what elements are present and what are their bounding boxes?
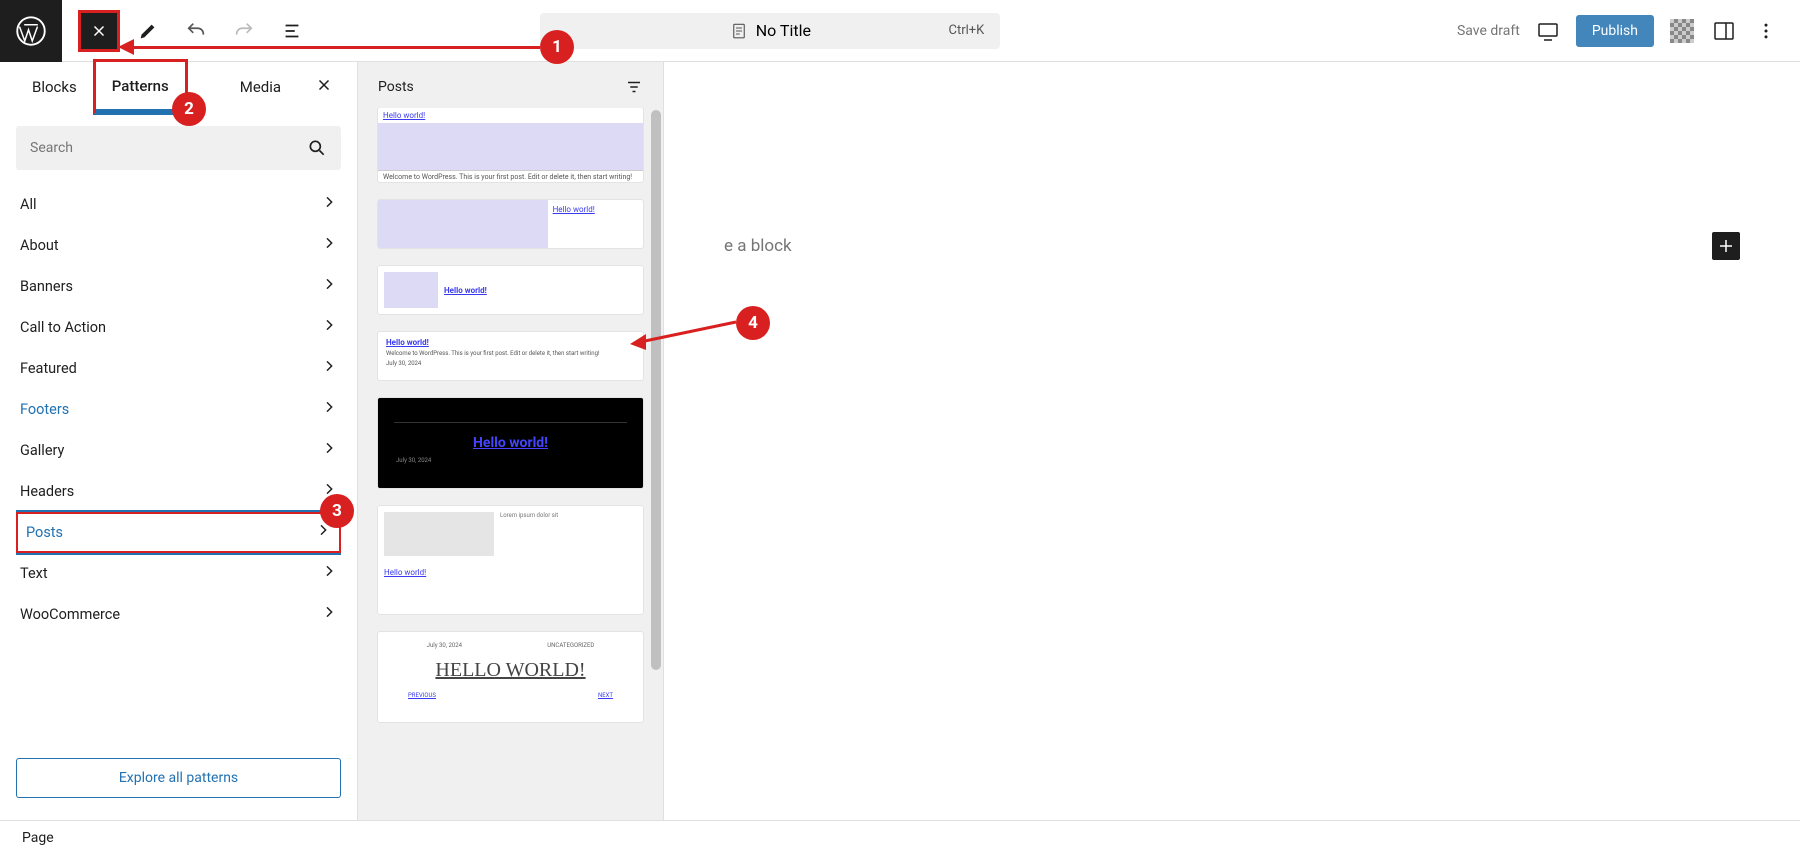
category-item-text[interactable]: Text <box>16 553 341 594</box>
category-item-headers[interactable]: Headers <box>16 471 341 512</box>
category-item-gallery[interactable]: Gallery <box>16 430 341 471</box>
category-item-woocommerce[interactable]: WooCommerce <box>16 594 341 635</box>
title-shortcut: Ctrl+K <box>949 23 985 38</box>
category-item-featured[interactable]: Featured <box>16 348 341 389</box>
annotation-badge-3: 3 <box>320 494 354 528</box>
annotation-badge-4: 4 <box>736 306 770 340</box>
publish-button[interactable]: Publish <box>1576 15 1654 47</box>
pattern-preview[interactable]: Hello world! <box>378 266 643 314</box>
search-box[interactable] <box>16 126 341 170</box>
tab-blocks[interactable]: Blocks <box>16 62 93 112</box>
options-button[interactable] <box>1752 17 1780 45</box>
document-overview-button[interactable] <box>272 11 312 51</box>
preview-button[interactable] <box>1534 17 1562 45</box>
undo-button[interactable] <box>176 11 216 51</box>
search-input[interactable] <box>30 140 307 156</box>
chevron-right-icon <box>321 235 337 256</box>
pattern-preview[interactable]: Hello world! Welcome to WordPress. This … <box>378 332 643 380</box>
redo-icon <box>233 20 255 42</box>
explore-patterns-button[interactable]: Explore all patterns <box>16 758 341 798</box>
category-label: All <box>20 196 37 213</box>
close-icon <box>315 76 333 94</box>
annotation-arrow-4 <box>628 318 738 350</box>
chevron-right-icon <box>321 399 337 420</box>
desktop-icon <box>1536 19 1560 43</box>
document-title-bar[interactable]: No Title Ctrl+K <box>540 13 1000 49</box>
annotation-badge-1: 1 <box>540 30 574 64</box>
inserter-panel: Blocks Patterns Media AllAboutBannersCal… <box>0 62 358 820</box>
category-item-all[interactable]: All <box>16 184 341 225</box>
undo-icon <box>185 20 207 42</box>
category-item-call-to-action[interactable]: Call to Action <box>16 307 341 348</box>
pattern-preview[interactable]: Lorem ipsum dolor sit Hello world! <box>378 506 643 614</box>
sidebar-icon <box>1712 19 1736 43</box>
pattern-preview[interactable]: Hello world! <box>378 200 643 248</box>
category-label: Gallery <box>20 442 64 459</box>
toggle-inserter-button[interactable] <box>78 10 120 52</box>
category-item-footers[interactable]: Footers <box>16 389 341 430</box>
jetpack-button[interactable] <box>1668 17 1696 45</box>
category-label: Footers <box>20 401 69 418</box>
annotation-arrow-1 <box>126 46 540 49</box>
settings-sidebar-button[interactable] <box>1710 17 1738 45</box>
category-item-about[interactable]: About <box>16 225 341 266</box>
category-label: Featured <box>20 360 77 377</box>
pattern-preview[interactable]: July 30, 2024UNCATEGORIZED HELLO WORLD! … <box>378 632 643 722</box>
close-icon <box>90 22 108 40</box>
category-label: About <box>20 237 59 254</box>
annotation-arrowhead-1 <box>118 39 134 55</box>
category-label: Posts <box>26 524 63 541</box>
annotation-badge-2: 2 <box>172 92 206 126</box>
category-label: Banners <box>20 278 73 295</box>
pixel-icon <box>1670 19 1694 43</box>
chevron-right-icon <box>321 604 337 625</box>
editor-canvas[interactable]: e a block <box>664 62 1800 820</box>
save-draft-button[interactable]: Save draft <box>1457 23 1520 39</box>
category-item-banners[interactable]: Banners <box>16 266 341 307</box>
patterns-category-title: Posts <box>378 79 414 95</box>
chevron-right-icon <box>321 194 337 215</box>
category-label: WooCommerce <box>20 606 120 623</box>
tab-media[interactable]: Media <box>224 62 297 112</box>
search-icon <box>307 138 327 158</box>
plus-icon <box>1717 237 1735 255</box>
pencil-icon <box>137 20 159 42</box>
chevron-right-icon <box>321 317 337 338</box>
redo-button[interactable] <box>224 11 264 51</box>
category-label: Headers <box>20 483 74 500</box>
editor-footer: Page <box>0 820 1800 854</box>
wordpress-icon <box>16 16 46 46</box>
patterns-preview-column: Posts Hello world! Welcome to WordPress.… <box>358 62 664 820</box>
page-icon <box>730 22 748 40</box>
scrollbar-thumb[interactable] <box>651 110 661 670</box>
chevron-right-icon <box>321 276 337 297</box>
category-item-posts[interactable]: Posts <box>16 512 341 553</box>
filter-icon[interactable] <box>625 78 643 96</box>
pattern-preview[interactable]: Hello world! July 30, 2024 <box>378 398 643 488</box>
pattern-preview[interactable]: Hello world! Welcome to WordPress. This … <box>378 108 643 182</box>
chevron-right-icon <box>321 358 337 379</box>
close-inserter-button[interactable] <box>307 67 341 107</box>
category-label: Call to Action <box>20 319 106 336</box>
breadcrumb[interactable]: Page <box>22 830 54 846</box>
block-placeholder-text[interactable]: e a block <box>724 236 792 256</box>
edit-tool-button[interactable] <box>128 11 168 51</box>
wordpress-logo[interactable] <box>0 0 62 62</box>
more-vertical-icon <box>1756 21 1776 41</box>
chevron-right-icon <box>321 563 337 584</box>
document-title: No Title <box>756 21 811 40</box>
chevron-right-icon <box>321 440 337 461</box>
list-icon <box>281 20 303 42</box>
category-label: Text <box>20 565 48 582</box>
add-block-button[interactable] <box>1712 232 1740 260</box>
